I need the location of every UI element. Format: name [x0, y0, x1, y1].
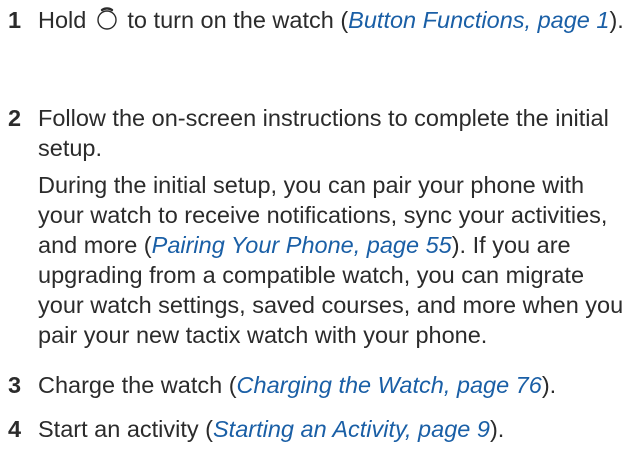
step-1: 1 Hold to turn on the watch (Button Func… — [0, 5, 624, 35]
step-2: 2 Follow the on-screen instructions to c… — [0, 103, 624, 163]
link-starting-an-activity[interactable]: Starting an Activity, page 9 — [213, 416, 490, 442]
step-3: 3 Charge the watch (Charging the Watch, … — [0, 370, 556, 400]
step-text: Hold to turn on the watch (Button Functi… — [38, 7, 624, 33]
step-number: 4 — [8, 416, 22, 442]
step-text: Charge the watch (Charging the Watch, pa… — [38, 372, 557, 398]
step-4: 4 Start an activity (Starting an Activit… — [0, 414, 504, 444]
step-number: 2 — [8, 105, 22, 131]
watch-button-icon — [97, 7, 117, 30]
link-charging-the-watch[interactable]: Charging the Watch, page 76 — [237, 372, 542, 398]
step-detail-text: During the initial setup, you can pair y… — [38, 172, 624, 348]
step-text: Follow the on-screen instructions to com… — [38, 105, 609, 161]
link-button-functions[interactable]: Button Functions, page 1 — [348, 7, 609, 33]
step-2-detail: During the initial setup, you can pair y… — [0, 170, 624, 350]
step-text: Start an activity (Starting an Activity,… — [38, 416, 505, 442]
step-number: 1 — [8, 7, 22, 33]
step-number: 3 — [8, 372, 22, 398]
link-pairing-your-phone[interactable]: Pairing Your Phone, page 55 — [152, 232, 452, 258]
